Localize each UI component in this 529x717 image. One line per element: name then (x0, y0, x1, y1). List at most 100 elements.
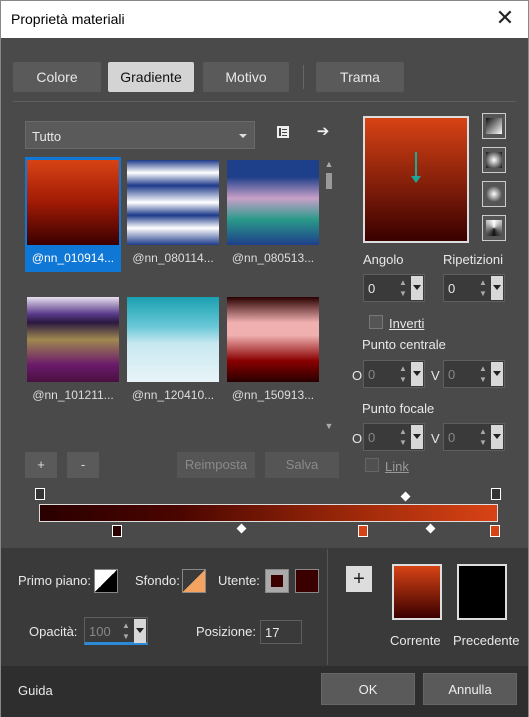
link-checkbox[interactable] (365, 458, 379, 472)
background-label: Sfondo: (135, 573, 180, 588)
gradient-swatch (27, 160, 119, 245)
reset-button[interactable]: Reimposta (177, 452, 255, 478)
focal-v-value: 0 (448, 430, 456, 445)
color-section (1, 548, 528, 666)
position-label: Posizione: (196, 624, 256, 639)
gradient-editor-bar[interactable] (39, 504, 498, 522)
gradient-gallery: @nn_010914... @nn_080114... @nn_080513..… (25, 157, 321, 433)
gradient-swatch (227, 160, 319, 245)
center-o-input[interactable]: 0 ▲ ▼ (363, 360, 425, 388)
focal-o-label: O (352, 431, 363, 446)
tab-separator (303, 65, 304, 89)
user-color-swatch[interactable] (295, 569, 319, 593)
previous-swatch[interactable] (457, 564, 507, 620)
user-label: Utente: (218, 573, 260, 588)
gradient-swatch (227, 297, 319, 382)
focal-v-input[interactable]: 0 ▲ ▼ (443, 423, 505, 451)
gradient-name: @nn_080114... (132, 251, 214, 265)
title-bar: Proprietà materiali ✕ (1, 1, 528, 38)
tab-motivo[interactable]: Motivo (203, 62, 289, 92)
rectangular-style-button[interactable] (482, 147, 506, 173)
dropdown-icon[interactable] (491, 276, 503, 300)
dropdown-icon[interactable] (491, 362, 503, 386)
center-v-input[interactable]: 0 ▲ ▼ (443, 360, 505, 388)
dropdown-icon[interactable] (134, 619, 146, 643)
dropdown-icon[interactable] (411, 276, 423, 300)
chevron-down-icon (239, 134, 247, 138)
spin-arrows-icon[interactable]: ▲ ▼ (477, 277, 489, 299)
tab-trama[interactable]: Trama (316, 62, 404, 92)
repeats-input[interactable]: 0 ▲ ▼ (443, 274, 505, 302)
opacity-input[interactable]: 100 ▲ ▼ (84, 617, 148, 645)
tab-colore[interactable]: Colore (13, 62, 101, 92)
gradient-tile[interactable]: @nn_150913... (225, 294, 321, 409)
transparency-marker-left[interactable] (35, 488, 45, 500)
gradient-tile[interactable]: @nn_080513... (225, 157, 321, 272)
direction-arrow-icon (411, 176, 421, 183)
divider (13, 101, 516, 102)
focal-o-input[interactable]: 0 ▲ ▼ (363, 423, 425, 451)
foreground-swatch[interactable] (94, 569, 118, 593)
remove-stop-button[interactable]: - (67, 452, 99, 478)
dropdown-icon[interactable] (411, 425, 423, 449)
center-v-label: V (431, 368, 440, 383)
spin-arrows-icon[interactable]: ▲ ▼ (397, 277, 409, 299)
library-icon[interactable] (273, 124, 293, 144)
spin-arrows-icon[interactable]: ▲ ▼ (120, 620, 132, 642)
arrow-right-icon[interactable]: ➔ (313, 122, 333, 142)
cancel-button[interactable]: Annulla (423, 673, 517, 705)
repeats-value: 0 (448, 281, 456, 296)
center-label: Punto centrale (362, 337, 446, 352)
gallery-scrollbar[interactable]: ▲ ▼ (323, 159, 335, 433)
gradient-tile[interactable]: @nn_080114... (125, 157, 221, 272)
ok-button[interactable]: OK (321, 673, 415, 705)
gradient-tile[interactable]: @nn_120410... (125, 294, 221, 409)
gradient-swatch (27, 297, 119, 382)
gradient-preview[interactable] (363, 116, 469, 243)
dropdown-icon[interactable] (411, 362, 423, 386)
help-link[interactable]: Guida (18, 683, 53, 698)
radial-style-button[interactable] (482, 181, 506, 207)
close-icon[interactable]: ✕ (490, 5, 520, 33)
repeats-label: Ripetizioni (443, 252, 503, 267)
previous-label: Precedente (453, 633, 520, 648)
window-title: Proprietà materiali (11, 11, 125, 27)
color-stop-marker[interactable] (112, 525, 122, 537)
spin-arrows-icon[interactable]: ▲ ▼ (397, 426, 409, 448)
background-swatch[interactable] (182, 569, 206, 593)
gradient-name: @nn_101211... (32, 388, 114, 402)
gradient-tile[interactable]: @nn_010914... (25, 157, 121, 272)
sunburst-style-button[interactable] (482, 215, 506, 241)
linear-style-button[interactable] (482, 113, 506, 139)
color-stop-marker[interactable] (358, 525, 368, 537)
gradient-name: @nn_010914... (31, 251, 115, 265)
position-input[interactable]: 17 (260, 620, 302, 644)
chevron-down-icon[interactable]: ▼ (324, 421, 334, 431)
spin-arrows-icon[interactable]: ▲ ▼ (477, 363, 489, 385)
category-value: Tutto (32, 129, 62, 144)
tab-gradiente[interactable]: Gradiente (108, 62, 194, 92)
spin-arrows-icon[interactable]: ▲ ▼ (477, 426, 489, 448)
transparency-marker-right[interactable] (491, 488, 501, 500)
current-swatch[interactable] (392, 564, 442, 620)
gradient-name: @nn_150913... (231, 388, 315, 402)
spin-arrows-icon[interactable]: ▲ ▼ (397, 363, 409, 385)
opacity-value: 100 (89, 624, 111, 639)
save-button[interactable]: Salva (265, 452, 339, 478)
position-value: 17 (265, 625, 280, 640)
chevron-up-icon[interactable]: ▲ (324, 159, 334, 169)
user-swatch[interactable] (265, 569, 289, 593)
angle-value: 0 (368, 281, 376, 296)
dropdown-icon[interactable] (491, 425, 503, 449)
gradient-tile[interactable]: @nn_101211... (25, 294, 121, 409)
focal-o-value: 0 (368, 430, 376, 445)
add-color-button[interactable]: + (346, 566, 372, 592)
invert-label: Inverti (389, 316, 425, 331)
foreground-label: Primo piano: (18, 573, 91, 588)
invert-checkbox[interactable] (369, 315, 383, 329)
scroll-thumb[interactable] (326, 173, 332, 189)
color-stop-marker[interactable] (490, 525, 500, 537)
angle-input[interactable]: 0 ▲ ▼ (363, 274, 425, 302)
add-stop-button[interactable]: + (25, 452, 57, 478)
category-dropdown[interactable]: Tutto (25, 121, 255, 149)
